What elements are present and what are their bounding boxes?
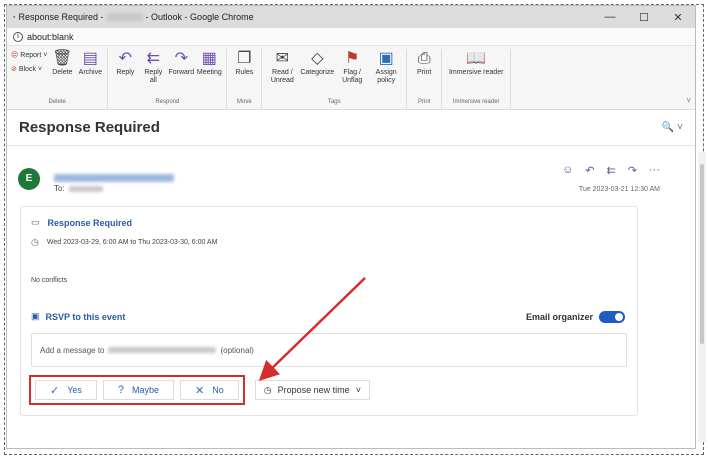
propose-new-time-button[interactable]: ◷ Propose new time ˅ [254, 380, 370, 400]
chevron-down-icon: ˅ [355, 385, 361, 395]
report-icon: ☹ [11, 52, 19, 59]
rules-icon: ❐ [237, 50, 252, 67]
rsvp-label: RSVP to this event [45, 311, 126, 322]
title-suffix: - Outlook - Google Chrome [145, 12, 254, 22]
title-prefix: Response Required - [18, 12, 104, 22]
block-button[interactable]: ⊘ Block ˅ [11, 65, 47, 73]
meeting-button[interactable]: ▦ Meeting [196, 49, 222, 99]
subject-bar: Response Required 🔍 ˅ [7, 110, 695, 146]
reply-icon: ↶ [118, 50, 133, 67]
rsvp-header: ▣ RSVP to this event [31, 311, 125, 322]
group-label-print: Print [418, 99, 431, 105]
email-organizer-toggle[interactable] [599, 311, 625, 323]
rules-button[interactable]: ❐ Rules [231, 49, 257, 99]
zoom-icon[interactable]: 🔍 ˅ [662, 122, 683, 133]
sender-row: E To: ☺ ↶ ⇇ ↷ ··· Tue 2023-03-21 12:30 A… [16, 162, 666, 202]
question-icon: ? [117, 384, 125, 396]
group-label-move: Move [236, 99, 252, 105]
forward-button[interactable]: ↷ Forward [168, 49, 194, 99]
assign-policy-button[interactable]: ▣ Assign policy [370, 49, 402, 99]
forward-icon[interactable]: ↷ [628, 164, 637, 177]
redacted-recipient [68, 185, 103, 192]
delete-button[interactable]: 🗑 Delete [49, 49, 75, 99]
page-title: Response Required [19, 119, 160, 136]
response-row: ✓ Yes ? Maybe ✕ No ◷ Propose new time ˅ [29, 375, 370, 405]
x-icon: ✕ [195, 384, 205, 397]
archive-button[interactable]: ▤ Archive [77, 49, 103, 99]
emoji-icon[interactable]: ☺ [562, 164, 573, 177]
event-time: Wed 2023-03-29, 6:00 AM to Thu 2023-03-3… [46, 239, 218, 246]
redacted-sender [106, 13, 143, 21]
policy-icon: ▣ [378, 50, 394, 67]
event-title[interactable]: Response Required [48, 218, 133, 228]
calendar-check-icon: ▣ [31, 311, 40, 321]
email-organizer: Email organizer [526, 311, 625, 323]
reading-pane: E To: ☺ ↶ ⇇ ↷ ··· Tue 2023-03-21 12:30 A… [8, 152, 670, 442]
ribbon-collapse-icon[interactable]: ˅ [686, 96, 691, 105]
check-icon: ✓ [50, 384, 60, 397]
yes-button[interactable]: ✓ Yes [35, 380, 97, 400]
ribbon-group-move: ❐ Rules Move [227, 49, 263, 109]
clock-icon: ◷ [263, 384, 272, 395]
message-actions: ☺ ↶ ⇇ ↷ ··· [562, 164, 660, 177]
minimize-button[interactable]: — [593, 11, 627, 24]
reply-button[interactable]: ↶ Reply [112, 49, 138, 99]
ribbon-group-delete: ☹ Report ˅ ⊘ Block ˅ 🗑 Delete ▤ Archive … [7, 49, 109, 109]
flag-button[interactable]: ⚑ Flag / Unflag [336, 49, 368, 99]
maybe-button[interactable]: ? Maybe [102, 380, 175, 400]
group-label-delete: Delete [48, 99, 66, 105]
redacted-organizer [108, 347, 217, 353]
reply-all-icon: ⇇ [146, 50, 161, 67]
group-label-respond: Respond [155, 99, 180, 105]
ribbon: ☹ Report ˅ ⊘ Block ˅ 🗑 Delete ▤ Archive … [7, 46, 695, 110]
window-title: ▪ Response Required - - Outlook - Google… [13, 12, 593, 22]
meeting-card: ▭ Response Required ◷ Wed 2023-03-29, 6:… [20, 206, 638, 416]
categorize-button[interactable]: ◇ Categorize [300, 49, 334, 99]
scrollbar-thumb[interactable] [700, 164, 704, 344]
block-icon: ⊘ [11, 66, 17, 73]
immersive-reader-button[interactable]: 📖 Immersive reader [446, 49, 506, 99]
group-label-immersive: Immersive reader [452, 99, 500, 105]
conflicts-text: No conflicts [31, 277, 68, 284]
group-label-tags: Tags [327, 99, 341, 105]
url-text: about:blank [27, 31, 74, 42]
reply-all-button[interactable]: ⇇ Reply all [140, 49, 166, 99]
meeting-icon: ▦ [201, 50, 217, 67]
tag-icon: ◇ [311, 50, 324, 67]
event-time-row: ◷ Wed 2023-03-29, 6:00 AM to Thu 2023-03… [31, 237, 217, 248]
scrollbar[interactable] [698, 152, 706, 442]
recipient-row: To: [54, 184, 103, 193]
immersive-reader-icon: 📖 [466, 50, 487, 67]
clock-icon: ◷ [31, 237, 39, 247]
no-button[interactable]: ✕ No [180, 380, 239, 400]
avatar[interactable]: E [18, 168, 40, 190]
archive-icon: ▤ [82, 50, 98, 67]
calendar-icon: ▭ [31, 217, 40, 227]
more-icon[interactable]: ··· [649, 164, 660, 177]
title-bar: ▪ Response Required - - Outlook - Google… [7, 6, 695, 28]
close-button[interactable]: ✕ [661, 11, 695, 24]
reply-all-icon[interactable]: ⇇ [607, 164, 616, 177]
rsvp-message-input[interactable]: Add a message to (optional) [31, 333, 627, 367]
event-title-row: ▭ Response Required [31, 217, 132, 228]
info-icon[interactable]: i [13, 31, 23, 42]
ribbon-group-immersive: 📖 Immersive reader Immersive reader [442, 49, 512, 109]
response-buttons-highlight: ✓ Yes ? Maybe ✕ No [29, 375, 245, 405]
ribbon-group-tags: ✉ Read / Unread ◇ Categorize ⚑ Flag / Un… [262, 49, 408, 109]
ribbon-group-respond: ↶ Reply ⇇ Reply all ↷ Forward ▦ Meeting … [108, 49, 228, 109]
printer-icon: ⎙ [417, 50, 431, 67]
maximize-button[interactable]: ☐ [627, 11, 661, 24]
report-button[interactable]: ☹ Report ˅ [11, 51, 47, 59]
ribbon-group-print: ⎙ Print Print [407, 49, 443, 109]
app-icon: ▪ [13, 13, 16, 21]
read-unread-button[interactable]: ✉ Read / Unread [266, 49, 298, 99]
address-bar[interactable]: i about:blank [7, 28, 695, 46]
envelope-icon: ✉ [275, 50, 290, 67]
flag-icon: ⚑ [345, 50, 360, 67]
print-button[interactable]: ⎙ Print [411, 49, 437, 99]
trash-icon: 🗑 [52, 50, 73, 67]
forward-icon: ↷ [174, 50, 189, 67]
message-date: Tue 2023-03-21 12:30 AM [578, 186, 660, 193]
reply-icon[interactable]: ↶ [585, 164, 594, 177]
